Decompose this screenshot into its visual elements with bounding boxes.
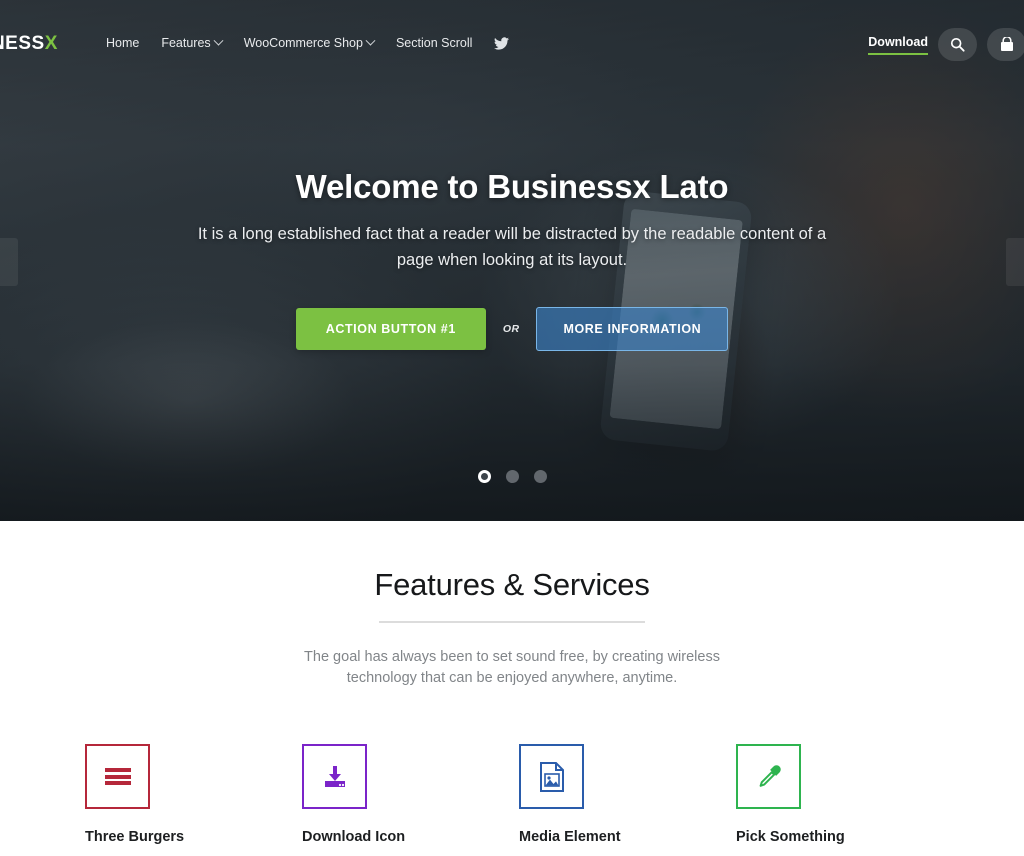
logo-text: SINESS — [0, 33, 45, 54]
logo-accent-letter: X — [44, 33, 58, 54]
section-title: Features & Services — [374, 567, 650, 602]
nav-item-woocommerce-shop[interactable]: WooCommerce Shop — [243, 35, 376, 50]
feature-item-pick-something[interactable]: Pick Something — [736, 744, 953, 845]
feature-icon-box — [736, 744, 801, 809]
feature-icon-box — [519, 744, 584, 809]
nav-label: WooCommerce Shop — [243, 36, 363, 50]
feature-label: Three Burgers — [85, 829, 185, 845]
feature-label: Media Element — [519, 829, 621, 845]
hero-action-buttons: ACTION BUTTON #1 OR MORE INFORMATION — [295, 307, 729, 352]
nav-label: Section Scroll — [395, 36, 473, 50]
slider-prev-arrow[interactable] — [0, 238, 18, 286]
or-separator-label: OR — [502, 323, 520, 336]
site-header: SINESSX Home Features WooCommerce Shop S… — [0, 0, 1024, 90]
feature-icon-box — [302, 744, 367, 809]
slider-next-arrow[interactable] — [1006, 238, 1024, 286]
search-button[interactable] — [938, 28, 977, 61]
section-divider — [379, 621, 645, 623]
feature-label: Download Icon — [302, 829, 406, 845]
features-section: Features & Services The goal has always … — [0, 521, 1024, 856]
download-link[interactable]: Download — [868, 35, 928, 55]
feature-label: Pick Something — [736, 829, 845, 845]
hero-title: Welcome to Businessx Lato — [295, 168, 729, 205]
download-icon — [324, 765, 345, 787]
site-logo[interactable]: SINESSX — [0, 33, 58, 55]
section-description: The goal has always been to set sound fr… — [304, 649, 720, 687]
nav-item-home[interactable]: Home — [106, 36, 139, 50]
hero-slider: SINESSX Home Features WooCommerce Shop S… — [0, 0, 1024, 521]
nav-label: Features — [161, 36, 211, 50]
action-button-primary[interactable]: ACTION BUTTON #1 — [295, 308, 486, 351]
cart-button[interactable] — [987, 28, 1024, 61]
features-grid: Three Burgers Download Icon Media Elemen… — [0, 744, 1024, 845]
eyedropper-icon — [759, 764, 781, 787]
nav-item-twitter[interactable] — [494, 36, 510, 50]
image-file-icon — [539, 761, 564, 792]
feature-item-three-burgers[interactable]: Three Burgers — [85, 744, 302, 845]
main-navigation: Home Features WooCommerce Shop Section S… — [106, 35, 510, 50]
feature-item-download-icon[interactable]: Download Icon — [302, 744, 519, 845]
more-information-button[interactable]: MORE INFORMATION — [536, 307, 729, 352]
chevron-down-icon — [213, 35, 224, 46]
feature-item-media-element[interactable]: Media Element — [519, 744, 736, 845]
features-heading-block: Features & Services The goal has always … — [0, 521, 1024, 689]
search-icon — [950, 37, 965, 52]
twitter-icon — [494, 36, 510, 50]
chevron-down-icon — [365, 35, 376, 46]
nav-item-features[interactable]: Features — [161, 35, 224, 50]
nav-item-section-scroll[interactable]: Section Scroll — [396, 36, 472, 50]
feature-icon-box — [85, 744, 150, 809]
hamburger-menu-icon — [104, 766, 131, 788]
header-actions: Download — [868, 28, 1024, 61]
cart-icon — [1000, 37, 1013, 51]
nav-label: Home — [106, 36, 140, 50]
hero-subtitle: It is a long established fact that a rea… — [197, 225, 827, 269]
